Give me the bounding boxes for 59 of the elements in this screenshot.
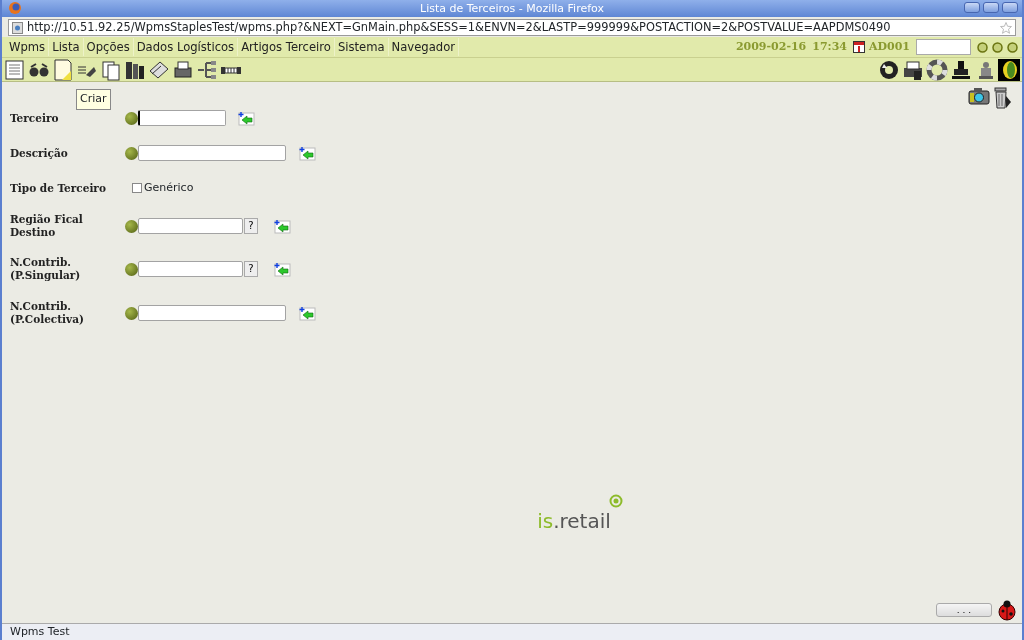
user-field[interactable]: [916, 39, 971, 55]
checkbox[interactable]: [132, 183, 142, 193]
menu-item[interactable]: Dados Logísticos: [133, 38, 239, 56]
field-label: Tipo de Terceiro: [10, 181, 107, 195]
tooltip: Criar: [76, 89, 111, 110]
user-text: AD001: [868, 38, 910, 55]
circle-button-icon[interactable]: [977, 41, 988, 53]
lifebuoy-icon[interactable]: [926, 58, 948, 81]
ladybug-icon[interactable]: [996, 599, 1018, 621]
text-field[interactable]: [138, 305, 286, 321]
status-dot-icon: [125, 262, 138, 276]
company-logo: is.retail: [537, 506, 611, 536]
date-text: 2009-02-16: [735, 38, 807, 55]
stamp-icon[interactable]: [950, 58, 972, 81]
status-dot-icon: [125, 111, 138, 125]
documents-icon[interactable]: [100, 58, 122, 81]
hierarchy-icon[interactable]: [196, 58, 218, 81]
text-field[interactable]: [138, 261, 243, 277]
refresh-icon[interactable]: [878, 58, 900, 81]
text-field[interactable]: [138, 110, 226, 126]
printer-icon[interactable]: [172, 58, 194, 81]
menu-item[interactable]: Artigos Terceiro: [238, 38, 335, 56]
menu-item[interactable]: Sistema: [334, 38, 389, 56]
status-dot-icon: [125, 146, 138, 160]
field-label: N.Contrib. (P.Singular): [10, 256, 82, 282]
status-dot-icon: [125, 306, 138, 320]
camera-icon[interactable]: [968, 86, 990, 106]
url-text: http://10.51.92.25/WpmsStaplesTest/wpms.php?&NEXT=GnMain.php&SESS=1&ENVN=2&LASTP=999999&POSTACTION=2&POSTVALUE=AAPDMS0490: [27, 18, 891, 36]
menu-item[interactable]: Opções: [83, 38, 134, 56]
window-title: Lista de Terceiros - Mozilla Firefox: [420, 2, 604, 15]
close-button[interactable]: [1002, 2, 1018, 13]
page-icon: [12, 21, 23, 34]
checkbox-label: Genérico: [144, 179, 194, 196]
time-text: 17:34: [812, 38, 847, 55]
address-bar[interactable]: http://10.51.92.25/WpmsStaplesTest/wpms.php?&NEXT=GnMain.php&SESS=1&ENVN=2&LASTP=999999&POSTACTION=2&POSTVALUE=AAPDMS0490: [8, 19, 1016, 36]
status-bar: Wpms Test: [2, 623, 1022, 640]
help-button[interactable]: ?: [244, 261, 258, 277]
maximize-button[interactable]: [983, 2, 999, 13]
logo-mark-icon: [608, 494, 623, 508]
calendar-icon: [852, 41, 865, 53]
status-dot-icon: [125, 219, 138, 233]
text-field[interactable]: [138, 218, 243, 234]
field-label: Região Fical Destino: [10, 213, 84, 239]
text-field[interactable]: [138, 145, 286, 161]
circle-button-icon[interactable]: [1007, 41, 1018, 53]
star-icon[interactable]: [1000, 21, 1012, 34]
trash-can-icon[interactable]: [992, 86, 1012, 110]
field-label: Descrição: [10, 146, 69, 160]
menu-item[interactable]: Lista: [49, 38, 84, 56]
circle-button-icon[interactable]: [992, 41, 1003, 53]
menu-item[interactable]: Navegador: [388, 38, 460, 56]
minimize-button[interactable]: [964, 2, 980, 13]
help-button[interactable]: ?: [244, 218, 258, 234]
menu-item[interactable]: Wpms: [6, 38, 50, 56]
more-button[interactable]: . . .: [936, 603, 992, 617]
field-label: N.Contrib. (P.Colectiva): [10, 300, 85, 326]
field-label: Terceiro: [10, 111, 60, 125]
browser-logo-icon: [8, 1, 22, 15]
printer-icon[interactable]: [902, 58, 924, 81]
